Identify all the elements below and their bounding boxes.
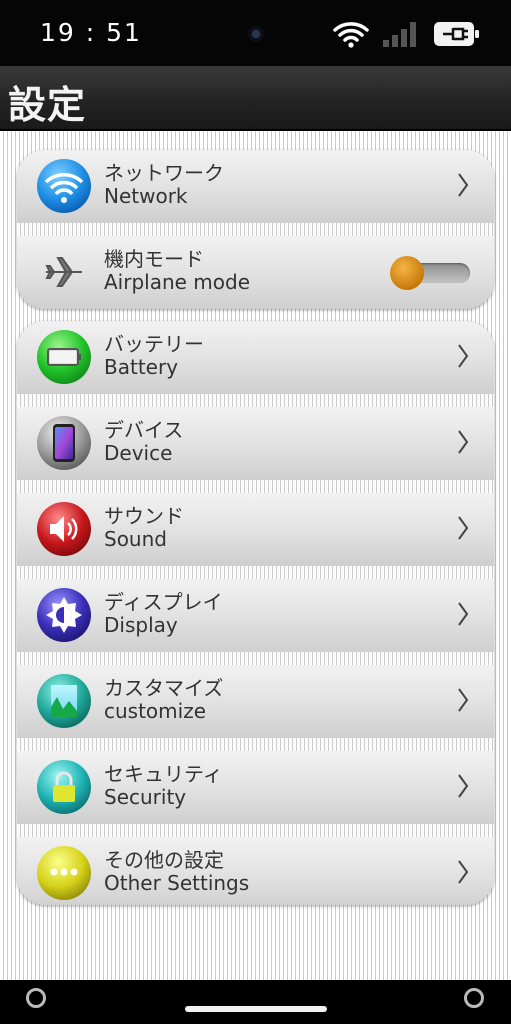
front-camera bbox=[248, 26, 264, 42]
brightness-icon bbox=[37, 588, 91, 642]
row-separator bbox=[17, 223, 494, 236]
back-button[interactable] bbox=[26, 988, 46, 1008]
chevron-right-icon bbox=[458, 774, 469, 798]
airplane-mode-toggle-knob[interactable] bbox=[390, 256, 424, 290]
row-separator bbox=[17, 480, 494, 493]
other-settings-label-en: Other Settings bbox=[104, 871, 250, 895]
settings-group-main: バッテリー Battery デバイス Device サウンド Sound ディス… bbox=[17, 321, 494, 905]
lock-icon bbox=[37, 760, 91, 814]
more-icon bbox=[37, 846, 91, 900]
row-separator bbox=[17, 566, 494, 579]
device-row[interactable]: デバイス Device bbox=[17, 407, 494, 480]
customize-row[interactable]: カスタマイズ customize bbox=[17, 665, 494, 738]
phone-icon bbox=[37, 416, 91, 470]
wifi-icon bbox=[37, 159, 91, 213]
battery-row[interactable]: バッテリー Battery bbox=[17, 321, 494, 394]
other-settings-row[interactable]: その他の設定 Other Settings bbox=[17, 837, 494, 905]
chevron-right-icon bbox=[458, 173, 469, 197]
chevron-right-icon bbox=[458, 344, 469, 368]
network-label-en: Network bbox=[104, 184, 188, 208]
network-label-ja: ネットワーク bbox=[104, 161, 224, 185]
row-separator bbox=[17, 738, 494, 751]
navigation-bar bbox=[0, 980, 511, 1024]
speaker-icon bbox=[37, 502, 91, 556]
security-label-ja: セキュリティ bbox=[104, 762, 223, 786]
title-bar: 設定 bbox=[0, 66, 511, 130]
recents-button[interactable] bbox=[464, 988, 484, 1008]
security-label-en: Security bbox=[104, 785, 187, 809]
status-bar: 19 : 51 bbox=[0, 0, 511, 66]
signal-icon bbox=[383, 22, 416, 47]
battery-icon bbox=[37, 330, 91, 384]
network-row[interactable]: ネットワーク Network bbox=[17, 150, 494, 223]
wifi-icon bbox=[333, 22, 369, 48]
other-settings-label-ja: その他の設定 bbox=[104, 848, 224, 872]
row-separator bbox=[17, 394, 494, 407]
row-separator bbox=[17, 652, 494, 665]
sound-label-ja: サウンド bbox=[104, 504, 184, 528]
security-row[interactable]: セキュリティ Security bbox=[17, 751, 494, 824]
home-bar[interactable] bbox=[185, 1006, 327, 1012]
settings-group-connectivity: ネットワーク Network 機内モード Airplane mode bbox=[17, 150, 494, 309]
airplane-icon bbox=[45, 257, 82, 287]
settings-content: ネットワーク Network 機内モード Airplane mode バッテリー… bbox=[0, 131, 511, 980]
status-icons bbox=[333, 16, 481, 52]
sound-row[interactable]: サウンド Sound bbox=[17, 493, 494, 566]
battery-label-ja: バッテリー bbox=[104, 332, 204, 356]
chevron-right-icon bbox=[458, 860, 469, 884]
battery-charging-icon bbox=[434, 22, 479, 46]
display-label-en: Display bbox=[104, 613, 178, 637]
customize-label-ja: カスタマイズ bbox=[104, 676, 224, 700]
wallpaper-icon bbox=[37, 674, 91, 728]
row-separator bbox=[17, 824, 494, 837]
chevron-right-icon bbox=[458, 602, 469, 626]
device-label-ja: デバイス bbox=[104, 418, 184, 442]
battery-label-en: Battery bbox=[104, 355, 179, 379]
chevron-right-icon bbox=[458, 430, 469, 454]
device-label-en: Device bbox=[104, 441, 173, 465]
display-row[interactable]: ディスプレイ Display bbox=[17, 579, 494, 652]
airplane-label-ja: 機内モード bbox=[104, 247, 204, 271]
status-time: 19 : 51 bbox=[40, 18, 142, 47]
display-label-ja: ディスプレイ bbox=[104, 590, 223, 614]
airplane-mode-row: 機内モード Airplane mode bbox=[17, 236, 494, 309]
sound-label-en: Sound bbox=[104, 527, 167, 551]
chevron-right-icon bbox=[458, 516, 469, 540]
chevron-right-icon bbox=[458, 688, 469, 712]
page-title: 設定 bbox=[8, 83, 87, 127]
customize-label-en: customize bbox=[104, 699, 207, 723]
airplane-label-en: Airplane mode bbox=[104, 270, 251, 294]
